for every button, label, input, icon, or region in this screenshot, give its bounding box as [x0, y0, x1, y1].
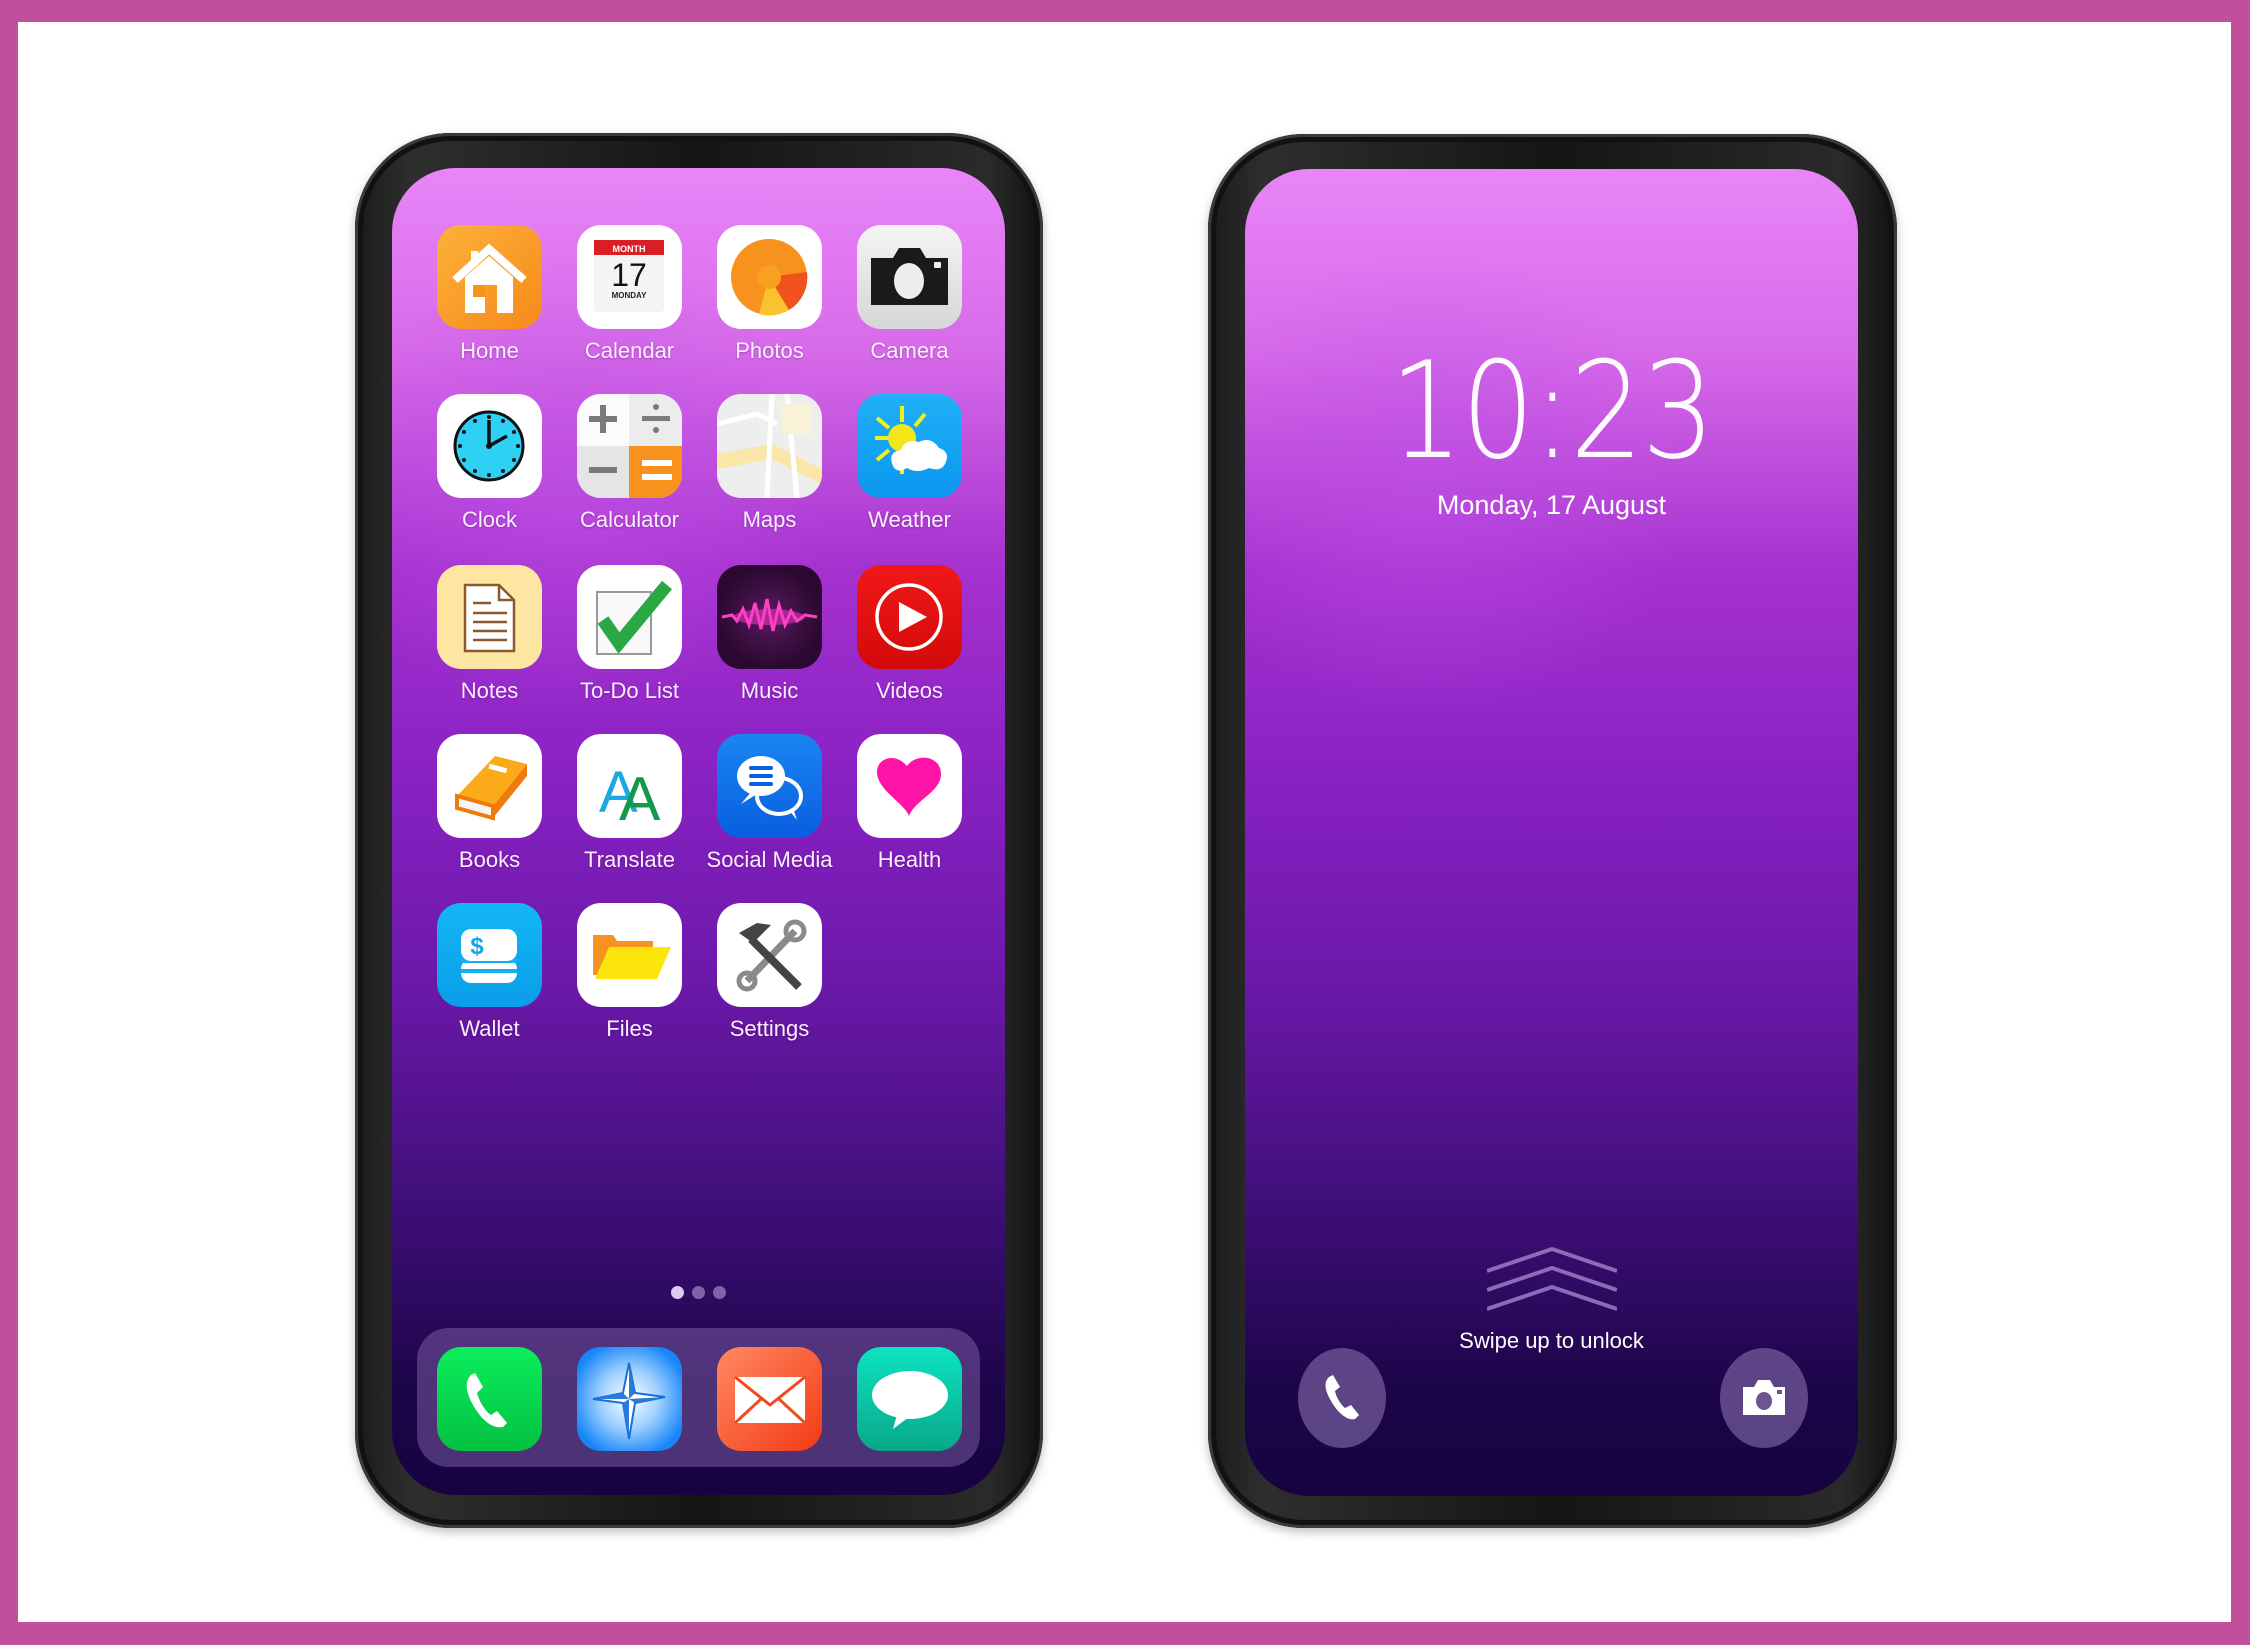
- calendar-icon: MONTH 17 MONDAY: [577, 225, 682, 329]
- dock-messages[interactable]: [857, 1347, 962, 1451]
- app-notes[interactable]: Notes: [437, 565, 542, 703]
- app-settings[interactable]: Settings: [717, 903, 822, 1041]
- app-label: Settings: [729, 1016, 810, 1041]
- app-clock[interactable]: Clock: [437, 394, 542, 532]
- weather-icon: [857, 394, 962, 498]
- app-label: Music: [740, 678, 799, 703]
- app-label: Calculator: [579, 507, 680, 532]
- heart-icon: [857, 734, 962, 838]
- app-videos[interactable]: Videos: [857, 565, 962, 703]
- lock-phone-shortcut[interactable]: [1298, 1348, 1386, 1448]
- map-icon: [717, 394, 822, 498]
- flower-icon: [717, 225, 822, 329]
- phone-icon: [1325, 1375, 1359, 1420]
- clock-icon: [437, 394, 542, 498]
- background-canvas: [18, 22, 2231, 1622]
- app-label: To-Do List: [579, 678, 680, 703]
- app-files[interactable]: Files: [577, 903, 682, 1041]
- translate-icon: AA: [577, 734, 682, 838]
- dock: [417, 1328, 980, 1467]
- lock-time: 10:23: [1389, 333, 1715, 489]
- wallet-icon: $: [437, 903, 542, 1007]
- app-label: Camera: [870, 338, 949, 363]
- app-photos[interactable]: Photos: [717, 225, 822, 363]
- app-label: Videos: [876, 678, 943, 703]
- page-indicator[interactable]: [392, 1286, 1005, 1300]
- phone-icon: [437, 1347, 542, 1451]
- app-label: Photos: [735, 338, 804, 363]
- svg-text:A: A: [619, 765, 661, 834]
- app-label: Wallet: [459, 1016, 520, 1041]
- app-label: Calendar: [584, 338, 675, 363]
- app-music[interactable]: Music: [717, 565, 822, 703]
- app-label: Social Media: [706, 847, 833, 872]
- app-translate[interactable]: AA Translate: [577, 734, 682, 872]
- tools-icon: [717, 903, 822, 1007]
- chat-bubbles-icon: [717, 734, 822, 838]
- app-label: Books: [458, 847, 521, 872]
- calendar-day: 17: [611, 257, 647, 293]
- camera-icon: [857, 225, 962, 329]
- book-icon: [437, 734, 542, 838]
- lock-screen: 10:23 Monday, 17 August Swipe up to unlo…: [1245, 169, 1858, 1496]
- app-camera[interactable]: Camera: [857, 225, 962, 363]
- app-label: Maps: [742, 507, 797, 532]
- wallet-dollar: $: [470, 933, 484, 960]
- phone-lock-screen: 10:23 Monday, 17 August Swipe up to unlo…: [1208, 134, 1897, 1528]
- waveform-icon: [717, 565, 822, 669]
- message-icon: [857, 1347, 962, 1451]
- app-weather[interactable]: Weather: [857, 394, 962, 532]
- app-label: Weather: [868, 507, 951, 532]
- lock-camera-shortcut[interactable]: [1720, 1348, 1808, 1448]
- house-icon: [437, 225, 542, 329]
- dock-mail[interactable]: [717, 1347, 822, 1451]
- app-wallet[interactable]: $ Wallet: [437, 903, 542, 1041]
- app-home[interactable]: Home: [437, 225, 542, 363]
- notes-icon: [437, 565, 542, 669]
- phone-home-screen: Home MONTH 17 MONDAY Calendar Photos Camer…: [355, 133, 1043, 1528]
- dock-phone[interactable]: [437, 1347, 542, 1451]
- page-dot-1[interactable]: [671, 1286, 684, 1299]
- app-label: Files: [606, 1016, 653, 1041]
- calendar-weekday: MONDAY: [612, 291, 647, 300]
- compass-icon: [577, 1347, 682, 1451]
- app-label: Clock: [461, 507, 517, 532]
- camera-icon: [1743, 1380, 1785, 1415]
- app-books[interactable]: Books: [437, 734, 542, 872]
- calculator-icon: [577, 394, 682, 498]
- mail-icon: [717, 1347, 822, 1451]
- folder-icon: [577, 903, 682, 1007]
- app-health[interactable]: Health: [857, 734, 962, 872]
- app-todo-list[interactable]: To-Do List: [577, 565, 682, 703]
- app-label: Health: [877, 847, 942, 872]
- page-dot-2[interactable]: [692, 1286, 705, 1299]
- page-dot-3[interactable]: [713, 1286, 726, 1299]
- app-label: Home: [460, 338, 519, 363]
- app-calendar[interactable]: MONTH 17 MONDAY Calendar: [577, 225, 682, 363]
- app-social-media[interactable]: Social Media: [707, 734, 832, 872]
- dock-browser[interactable]: [577, 1347, 682, 1451]
- swipe-up-chevrons-icon: [1487, 1247, 1617, 1311]
- app-label: Notes: [460, 678, 519, 703]
- play-icon: [857, 565, 962, 669]
- app-maps[interactable]: Maps: [717, 394, 822, 532]
- lock-date: Monday, 17 August: [1436, 490, 1667, 520]
- home-screen: Home MONTH 17 MONDAY Calendar Photos Camer…: [392, 168, 1005, 1495]
- checkmark-icon: [577, 565, 682, 669]
- app-label: Translate: [584, 847, 675, 872]
- app-calculator[interactable]: Calculator: [577, 394, 682, 532]
- calendar-month: MONTH: [613, 244, 646, 254]
